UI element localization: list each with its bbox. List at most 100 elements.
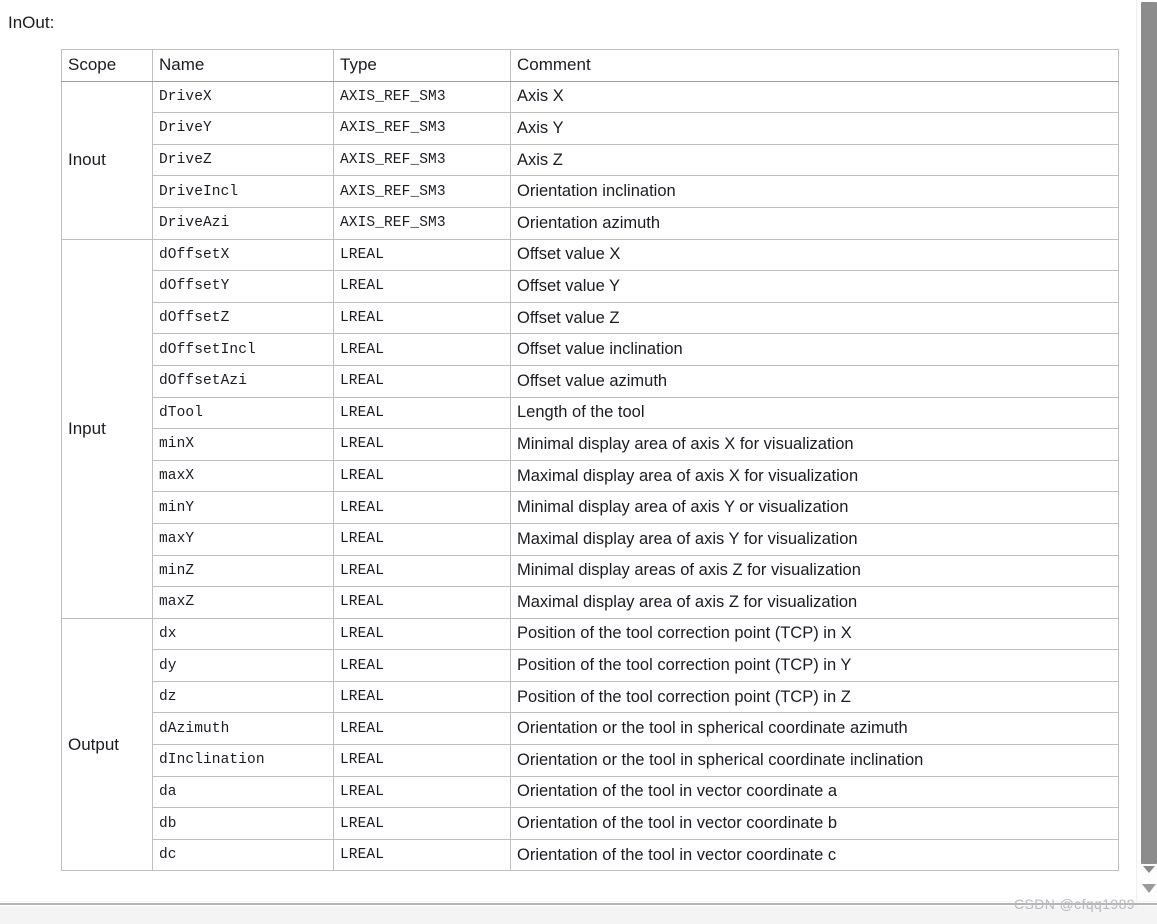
table-row[interactable]: maxX LREAL Maximal display area of axis X … [62,459,1119,493]
cell-comment: Offset value X [510,238,1119,272]
table-row[interactable]: dOffsetZ LREAL Offset value Z [62,301,1119,335]
cell-name: dy [152,649,334,682]
table-row[interactable]: Input dOffsetX LREAL Offset value X [61,238,1119,619]
cell-comment: Offset value inclination [510,333,1119,366]
cell-type: AXIS_REF_SM3 [333,175,511,208]
cell-comment: Axis Y [510,112,1119,145]
caret-up-icon[interactable] [1143,866,1155,873]
cell-name: DriveY [152,112,334,145]
table-row[interactable]: dOffsetIncl LREAL Offset value inclination [62,333,1119,366]
bottom-divider [0,901,1157,902]
cell-comment: Offset value azimuth [510,364,1119,398]
cell-type: LREAL [333,364,511,398]
cell-type: AXIS_REF_SM3 [333,206,511,240]
table-row[interactable]: dOffsetAzi LREAL Offset value azimuth [62,364,1119,398]
cell-comment: Minimal display areas of axis Z for visu… [510,554,1119,588]
cell-type: LREAL [333,617,511,651]
bottom-rule [0,903,1157,905]
cell-type: AXIS_REF_SM3 [333,112,511,145]
column-header-type: Type [333,49,511,82]
table-row[interactable]: dTool LREAL Length of the tool [62,396,1119,430]
watermark: CSDN @cfqq1989 [1014,896,1135,912]
cell-name: maxY [152,522,334,556]
cell-name: dz [152,680,334,714]
cell-name: DriveX [152,80,334,114]
table-row[interactable]: dOffsetY LREAL Offset value Y [62,270,1119,303]
table-row[interactable]: maxY LREAL Maximal display area of axis Y … [62,522,1119,556]
cell-type: LREAL [333,838,511,872]
cell-comment: Length of the tool [510,396,1119,430]
cell-comment: Axis Z [510,143,1119,177]
variable-declaration-table: Scope Name Type Comment Inout DriveX AXIS_… [61,49,1119,872]
cell-type: LREAL [333,238,511,272]
vertical-scrollbar[interactable] [1136,0,1157,906]
cell-comment: Orientation inclination [510,175,1119,208]
table-row[interactable]: db LREAL Orientation of the tool in vector… [62,807,1119,840]
cell-name: dTool [152,396,334,430]
cell-type: LREAL [333,744,511,777]
variable-table-container: Scope Name Type Comment Inout DriveX AXIS_… [61,49,1119,872]
caret-down-icon[interactable] [1142,884,1156,893]
cell-type: LREAL [333,807,511,840]
cell-comment: Orientation of the tool in vector coordi… [510,838,1119,872]
cell-name: dOffsetY [152,270,334,303]
cell-name: dc [152,838,334,872]
table-row[interactable]: Output dx LREAL Position of the tool correc… [61,617,1119,872]
cell-type: LREAL [333,333,511,366]
cell-comment: Axis X [510,80,1119,114]
column-header-scope: Scope [61,49,153,82]
cell-type: LREAL [333,554,511,588]
document-page: InOut: Scope Name Type Comment Inout Driv… [0,0,1157,924]
table-row[interactable]: dInclination LREAL Orientation or the tool… [62,744,1119,777]
cell-name: dOffsetIncl [152,333,334,366]
column-header-comment: Comment [510,49,1119,82]
cell-comment: Orientation of the tool in vector coordi… [510,807,1119,840]
column-header-name: Name [152,49,334,82]
table-row[interactable]: maxZ LREAL Maximal display area of axis Z … [62,586,1119,619]
page-title: InOut: [8,13,55,32]
cell-name: dOffsetX [152,238,334,272]
cell-comment: Minimal display area of axis X for visua… [510,428,1119,461]
cell-name: minZ [152,554,334,588]
table-row[interactable]: dc LREAL Orientation of the tool in vector… [62,838,1119,872]
table-row[interactable]: dAzimuth LREAL Orientation or the tool in … [62,712,1119,746]
table-row[interactable]: minY LREAL Minimal display area of axis Y … [62,491,1119,524]
table-row[interactable]: da LREAL Orientation of the tool in vector… [62,775,1119,809]
cell-name: DriveIncl [152,175,334,208]
cell-type: AXIS_REF_SM3 [333,143,511,177]
cell-name: maxZ [152,586,334,619]
cell-name: maxX [152,459,334,493]
cell-type: LREAL [333,396,511,430]
cell-type: LREAL [333,459,511,493]
cell-comment: Position of the tool correction point (T… [510,617,1119,651]
cell-comment: Orientation of the tool in vector coordi… [510,775,1119,809]
cell-scope: Input [61,238,153,619]
cell-type: LREAL [333,301,511,335]
cell-name: dOffsetAzi [152,364,334,398]
table-body: Inout DriveX AXIS_REF_SM3 Axis X DriveY AXIS_… [61,80,1119,872]
table-row[interactable]: DriveIncl AXIS_REF_SM3 Orientation inclina… [62,175,1119,208]
cell-type: LREAL [333,491,511,524]
table-row[interactable]: minZ LREAL Minimal display areas of axis Z… [62,554,1119,588]
cell-comment: Minimal display area of axis Y or visual… [510,491,1119,524]
cell-comment: Position of the tool correction point (T… [510,649,1119,682]
table-row[interactable]: DriveY AXIS_REF_SM3 Axis Y [62,112,1119,145]
table-row[interactable]: Inout DriveX AXIS_REF_SM3 Axis X [61,80,1119,240]
cell-scope: Inout [61,80,153,240]
cell-type: LREAL [333,586,511,619]
scrollbar-thumb[interactable] [1141,2,1157,864]
cell-type: LREAL [333,680,511,714]
table-row[interactable]: DriveZ AXIS_REF_SM3 Axis Z [62,143,1119,177]
cell-type: LREAL [333,270,511,303]
table-header: Scope Name Type Comment [61,49,1119,82]
table-row[interactable]: DriveAzi AXIS_REF_SM3 Orientation azimuth [62,206,1119,240]
table-row[interactable]: dy LREAL Position of the tool correction p… [62,649,1119,682]
table-row[interactable]: minX LREAL Minimal display area of axis X … [62,428,1119,461]
cell-comment: Maximal display area of axis Y for visua… [510,522,1119,556]
table-row[interactable]: dz LREAL Position of the tool correction p… [62,680,1119,714]
cell-name: minY [152,491,334,524]
cell-type: LREAL [333,428,511,461]
cell-type: LREAL [333,775,511,809]
cell-name: minX [152,428,334,461]
cell-name: dOffsetZ [152,301,334,335]
